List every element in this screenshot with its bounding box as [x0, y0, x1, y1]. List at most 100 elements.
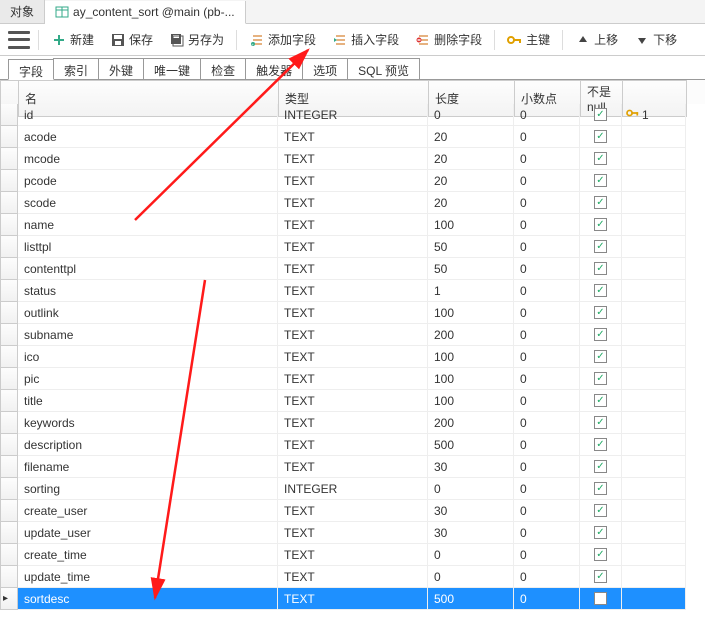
table-row[interactable]: nameTEXT1000	[0, 214, 705, 236]
cell-notnull[interactable]	[580, 412, 622, 434]
notnull-checkbox[interactable]	[594, 196, 607, 209]
cell-notnull[interactable]	[580, 522, 622, 544]
table-row[interactable]: ▸sortdescTEXT5000	[0, 588, 705, 610]
row-handle[interactable]	[0, 500, 18, 522]
notnull-checkbox[interactable]	[594, 262, 607, 275]
table-row[interactable]: statusTEXT10	[0, 280, 705, 302]
cell-type[interactable]: TEXT	[278, 434, 428, 456]
row-handle[interactable]	[0, 346, 18, 368]
notnull-checkbox[interactable]	[594, 504, 607, 517]
cell-length[interactable]: 500	[428, 434, 514, 456]
row-handle[interactable]	[0, 236, 18, 258]
cell-length[interactable]: 50	[428, 236, 514, 258]
cell-type[interactable]: TEXT	[278, 412, 428, 434]
table-row[interactable]: outlinkTEXT1000	[0, 302, 705, 324]
row-handle[interactable]	[0, 456, 18, 478]
table-row[interactable]: titleTEXT1000	[0, 390, 705, 412]
cell-type[interactable]: TEXT	[278, 324, 428, 346]
cell-notnull[interactable]	[580, 566, 622, 588]
cell-name[interactable]: filename	[18, 456, 278, 478]
cell-notnull[interactable]	[580, 588, 622, 610]
table-row[interactable]: update_timeTEXT00	[0, 566, 705, 588]
cell-name[interactable]: create_time	[18, 544, 278, 566]
insertfield-button[interactable]: 插入字段	[328, 29, 403, 50]
cell-notnull[interactable]	[580, 456, 622, 478]
row-handle[interactable]	[0, 258, 18, 280]
row-handle[interactable]	[0, 302, 18, 324]
row-handle[interactable]	[0, 104, 18, 126]
cell-decimals[interactable]: 0	[514, 588, 580, 610]
cell-key[interactable]	[622, 390, 686, 412]
cell-notnull[interactable]	[580, 280, 622, 302]
row-handle[interactable]	[0, 280, 18, 302]
cell-type[interactable]: TEXT	[278, 544, 428, 566]
cell-type[interactable]: TEXT	[278, 390, 428, 412]
cell-type[interactable]: TEXT	[278, 588, 428, 610]
sheet-tab[interactable]: SQL 预览	[347, 58, 420, 79]
cell-name[interactable]: contenttpl	[18, 258, 278, 280]
moveup-button[interactable]: 上移	[571, 29, 622, 50]
cell-length[interactable]: 500	[428, 588, 514, 610]
cell-key[interactable]	[622, 236, 686, 258]
cell-length[interactable]: 20	[428, 126, 514, 148]
cell-key[interactable]	[622, 324, 686, 346]
cell-type[interactable]: TEXT	[278, 170, 428, 192]
cell-key[interactable]	[622, 192, 686, 214]
cell-type[interactable]: TEXT	[278, 522, 428, 544]
row-handle[interactable]	[0, 192, 18, 214]
cell-key[interactable]: 1	[622, 104, 686, 126]
row-handle[interactable]	[0, 522, 18, 544]
cell-decimals[interactable]: 0	[514, 236, 580, 258]
table-row[interactable]: create_userTEXT300	[0, 500, 705, 522]
cell-key[interactable]	[622, 214, 686, 236]
cell-type[interactable]: INTEGER	[278, 104, 428, 126]
addfield-button[interactable]: + 添加字段	[245, 29, 320, 50]
table-row[interactable]: subnameTEXT2000	[0, 324, 705, 346]
sheet-tab[interactable]: 字段	[8, 59, 54, 80]
cell-name[interactable]: update_time	[18, 566, 278, 588]
notnull-checkbox[interactable]	[594, 394, 607, 407]
cell-key[interactable]	[622, 148, 686, 170]
row-handle[interactable]	[0, 390, 18, 412]
table-row[interactable]: listtplTEXT500	[0, 236, 705, 258]
table-row[interactable]: keywordsTEXT2000	[0, 412, 705, 434]
cell-notnull[interactable]	[580, 368, 622, 390]
cell-key[interactable]	[622, 544, 686, 566]
cell-key[interactable]	[622, 126, 686, 148]
cell-key[interactable]	[622, 522, 686, 544]
cell-length[interactable]: 0	[428, 104, 514, 126]
cell-decimals[interactable]: 0	[514, 368, 580, 390]
cell-length[interactable]: 100	[428, 346, 514, 368]
row-handle[interactable]	[0, 412, 18, 434]
cell-name[interactable]: description	[18, 434, 278, 456]
cell-name[interactable]: sortdesc	[18, 588, 278, 610]
cell-type[interactable]: TEXT	[278, 192, 428, 214]
cell-type[interactable]: TEXT	[278, 500, 428, 522]
cell-decimals[interactable]: 0	[514, 324, 580, 346]
cell-decimals[interactable]: 0	[514, 434, 580, 456]
cell-length[interactable]: 0	[428, 478, 514, 500]
cell-type[interactable]: TEXT	[278, 566, 428, 588]
cell-notnull[interactable]	[580, 104, 622, 126]
cell-notnull[interactable]	[580, 258, 622, 280]
cell-notnull[interactable]	[580, 170, 622, 192]
cell-type[interactable]: TEXT	[278, 280, 428, 302]
cell-name[interactable]: subname	[18, 324, 278, 346]
cell-length[interactable]: 0	[428, 566, 514, 588]
cell-notnull[interactable]	[580, 390, 622, 412]
notnull-checkbox[interactable]	[594, 130, 607, 143]
cell-name[interactable]: keywords	[18, 412, 278, 434]
cell-length[interactable]: 20	[428, 148, 514, 170]
movedown-button[interactable]: 下移	[630, 29, 681, 50]
table-row[interactable]: contenttplTEXT500	[0, 258, 705, 280]
notnull-checkbox[interactable]	[594, 372, 607, 385]
notnull-checkbox[interactable]	[594, 284, 607, 297]
cell-decimals[interactable]: 0	[514, 390, 580, 412]
cell-name[interactable]: listtpl	[18, 236, 278, 258]
table-row[interactable]: create_timeTEXT00	[0, 544, 705, 566]
cell-key[interactable]	[622, 500, 686, 522]
cell-length[interactable]: 1	[428, 280, 514, 302]
table-row[interactable]: acodeTEXT200	[0, 126, 705, 148]
cell-decimals[interactable]: 0	[514, 258, 580, 280]
cell-decimals[interactable]: 0	[514, 412, 580, 434]
